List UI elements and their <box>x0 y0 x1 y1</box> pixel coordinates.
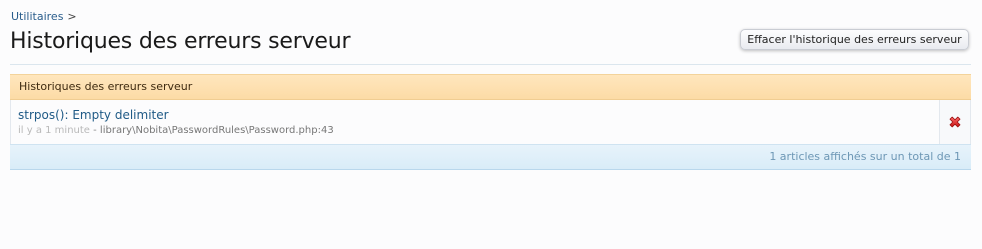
clear-error-log-button[interactable]: Effacer l'historique des erreurs serveur <box>740 29 969 50</box>
error-time: il y a 1 minute <box>18 125 90 136</box>
breadcrumb-separator: > <box>67 10 77 23</box>
error-title-link[interactable]: strpos(): Empty delimiter <box>18 108 169 122</box>
list-item: strpos(): Empty delimiter il y a 1 minut… <box>10 100 971 144</box>
list-header: Historiques des erreurs serveur <box>10 74 971 100</box>
error-meta-separator: - <box>89 125 100 136</box>
page-title: Historiques des erreurs serveur <box>10 29 351 54</box>
delete-x-icon <box>949 116 961 128</box>
error-file-path: library\Nobita\PasswordRules\Password.ph… <box>99 125 334 136</box>
breadcrumb: Utilitaires > <box>11 10 77 23</box>
error-meta: il y a 1 minute - library\Nobita\Passwor… <box>18 125 334 136</box>
header-divider <box>10 64 971 65</box>
delete-error-button[interactable] <box>939 100 970 144</box>
breadcrumb-item-utilitaires[interactable]: Utilitaires <box>11 10 63 23</box>
list-footer-count: 1 articles affichés sur un total de 1 <box>10 144 971 170</box>
